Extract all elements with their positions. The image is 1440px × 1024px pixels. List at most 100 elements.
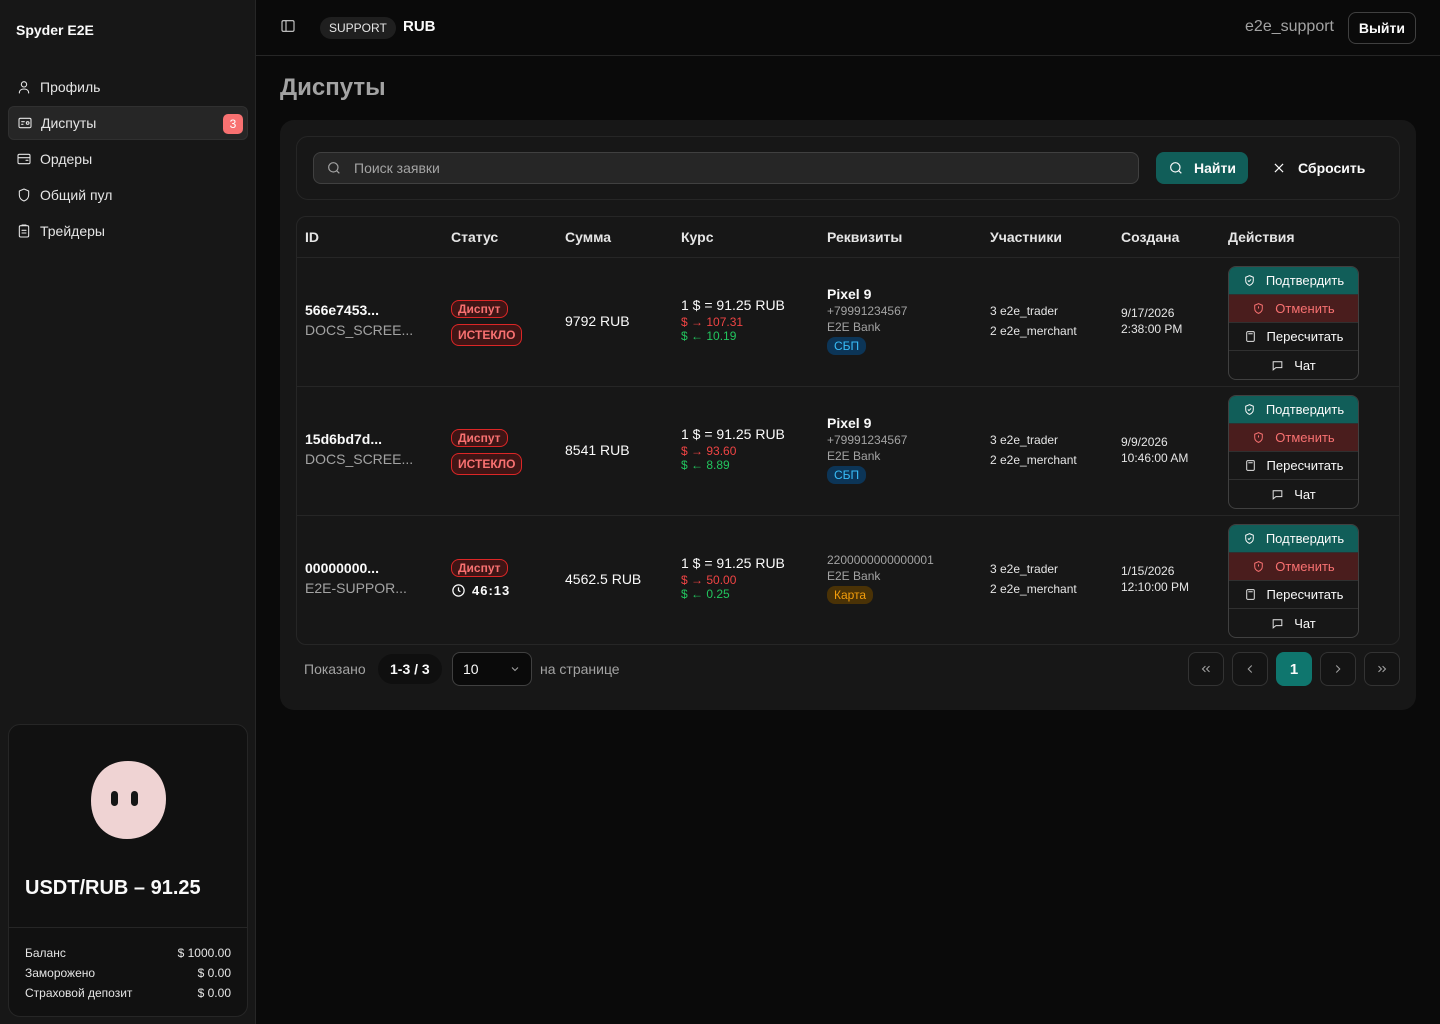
shield-alert-icon bbox=[1254, 561, 1264, 572]
participant-merchant[interactable]: 2 e2e_merchant bbox=[990, 321, 1077, 341]
page-button-current[interactable]: 1 bbox=[1276, 652, 1312, 686]
participant-trader[interactable]: 3 e2e_trader bbox=[990, 301, 1077, 321]
deposit-row: Страховой депозит $ 0.00 bbox=[25, 983, 231, 1003]
recalculate-button[interactable]: Пересчитать bbox=[1229, 581, 1358, 609]
confirm-button[interactable]: Подтвердить bbox=[1229, 525, 1358, 553]
frozen-label: Заморожено bbox=[25, 966, 96, 980]
sidebar-item-traders[interactable]: Трейдеры bbox=[8, 214, 248, 248]
cancel-label: Отменить bbox=[1275, 301, 1335, 316]
column-header-actions: Действия bbox=[1228, 229, 1295, 245]
frozen-row: Заморожено $ 0.00 bbox=[25, 963, 231, 983]
column-header-created[interactable]: Создана bbox=[1121, 229, 1179, 245]
chat-icon bbox=[1272, 489, 1283, 500]
sidebar-item-orders[interactable]: Ордеры bbox=[8, 142, 248, 176]
actions-group: Подтвердить Отменить Пересчитать Чат bbox=[1228, 524, 1359, 638]
username: e2e_support bbox=[1245, 18, 1334, 35]
created-date: 9/17/2026 bbox=[1121, 306, 1175, 320]
participants-cell: 3 e2e_trader 2 e2e_merchant bbox=[990, 430, 1077, 470]
per-page-value: 10 bbox=[463, 661, 479, 677]
table-footer: Показано 1-3 / 3 10 на странице 1 bbox=[304, 652, 1400, 686]
confirm-label: Подтвердить bbox=[1265, 402, 1345, 417]
search-field[interactable] bbox=[313, 152, 1139, 184]
sidebar-item-label: Общий пул bbox=[40, 187, 113, 203]
cancel-button[interactable]: Отменить bbox=[1229, 553, 1358, 581]
column-header-rate[interactable]: Курс bbox=[681, 229, 713, 245]
first-page-button[interactable] bbox=[1188, 652, 1224, 686]
confirm-button[interactable]: Подтвердить bbox=[1229, 396, 1358, 424]
phone-number: +79991234567 bbox=[827, 433, 908, 447]
expired-badge: ИСТЕКЛО bbox=[451, 453, 523, 475]
id-cell: 00000000... E2E-SUPPOR... bbox=[305, 560, 407, 596]
cancel-button[interactable]: Отменить bbox=[1229, 424, 1358, 452]
page-title: Диспуты bbox=[280, 74, 386, 101]
search-icon bbox=[1170, 162, 1182, 174]
table-row: 566e7453... DOCS_SCREE... Диспут ИСТЕКЛО… bbox=[297, 258, 1399, 387]
column-header-amount[interactable]: Сумма bbox=[565, 229, 611, 245]
balance-label: Баланс bbox=[25, 946, 66, 960]
created-time: 12:10:00 PM bbox=[1121, 580, 1190, 594]
sidebar-item-pool[interactable]: Общий пул bbox=[8, 178, 248, 212]
column-header-status[interactable]: Статус bbox=[451, 229, 498, 245]
chat-button[interactable]: Чат bbox=[1229, 351, 1358, 379]
calculator-icon bbox=[1245, 331, 1255, 342]
sidebar-toggle-button[interactable] bbox=[280, 18, 300, 38]
pagination: 1 bbox=[1180, 652, 1400, 686]
app-name: Spyder E2E bbox=[16, 22, 94, 38]
recalculate-button[interactable]: Пересчитать bbox=[1229, 323, 1358, 351]
column-header-requisites[interactable]: Реквизиты bbox=[827, 229, 902, 245]
participant-trader[interactable]: 3 e2e_trader bbox=[990, 559, 1077, 579]
participant-merchant[interactable]: 2 e2e_merchant bbox=[990, 579, 1077, 599]
reset-button[interactable]: Сбросить bbox=[1272, 152, 1365, 184]
shield-alert-icon bbox=[1254, 303, 1264, 314]
search-input[interactable] bbox=[354, 160, 1114, 176]
balance-value: $ 1000.00 bbox=[177, 946, 231, 960]
chat-label: Чат bbox=[1294, 615, 1316, 631]
requisites-cell: Pixel 9 +79991234567 E2E Bank СБП bbox=[827, 415, 907, 484]
method-badge: СБП bbox=[827, 337, 867, 355]
requisites-cell: 2200000000000001 E2E Bank Карта bbox=[827, 553, 934, 604]
participants-cell: 3 e2e_trader 2 e2e_merchant bbox=[990, 301, 1077, 341]
bank-name: E2E Bank bbox=[827, 449, 881, 463]
dispute-id[interactable]: 00000000... bbox=[305, 560, 407, 576]
dispute-id[interactable]: 15d6bd7d... bbox=[305, 431, 413, 447]
logout-button[interactable]: Выйти bbox=[1347, 12, 1416, 44]
created-time: 10:46:00 AM bbox=[1121, 451, 1189, 465]
next-page-button[interactable] bbox=[1320, 652, 1356, 686]
dispute-id[interactable]: 566e7453... bbox=[305, 302, 413, 318]
deposit-label: Страховой депозит bbox=[25, 986, 133, 1000]
status-badge: Диспут bbox=[451, 559, 508, 577]
ticket-icon bbox=[18, 117, 32, 129]
dispute-ref: DOCS_SCREE... bbox=[305, 322, 414, 338]
amount: 4562.5 RUB bbox=[565, 571, 642, 587]
actions-group: Подтвердить Отменить Пересчитать Чат bbox=[1228, 266, 1359, 380]
participant-trader[interactable]: 3 e2e_trader bbox=[990, 430, 1077, 450]
sidebar-item-profile[interactable]: Профиль bbox=[8, 70, 248, 104]
id-cell: 15d6bd7d... DOCS_SCREE... bbox=[305, 431, 413, 467]
participant-merchant[interactable]: 2 e2e_merchant bbox=[990, 450, 1077, 470]
clock-icon bbox=[452, 584, 465, 597]
chat-button[interactable]: Чат bbox=[1229, 480, 1358, 508]
per-page-select[interactable]: 10 bbox=[452, 652, 532, 686]
chat-button[interactable]: Чат bbox=[1229, 609, 1358, 637]
rate-in: $ ← 10.19 bbox=[681, 329, 737, 343]
reset-label: Сбросить bbox=[1298, 160, 1366, 176]
created-cell: 9/9/2026 10:46:00 AM bbox=[1121, 434, 1188, 466]
countdown-timer: 46:13 bbox=[451, 583, 510, 598]
find-label: Найти bbox=[1194, 160, 1236, 176]
find-button[interactable]: Найти bbox=[1156, 152, 1248, 184]
column-header-participants[interactable]: Участники bbox=[990, 229, 1062, 245]
cancel-button[interactable]: Отменить bbox=[1229, 295, 1358, 323]
confirm-button[interactable]: Подтвердить bbox=[1229, 267, 1358, 295]
recalculate-button[interactable]: Пересчитать bbox=[1229, 452, 1358, 480]
column-header-id[interactable]: ID bbox=[305, 229, 319, 245]
status-badge: Диспут bbox=[451, 300, 508, 318]
last-page-button[interactable] bbox=[1364, 652, 1400, 686]
table-header: ID Статус Сумма Курс Реквизиты Участники… bbox=[297, 217, 1399, 258]
sidebar-item-label: Ордеры bbox=[40, 151, 93, 167]
created-cell: 9/17/2026 2:38:00 PM bbox=[1121, 305, 1182, 337]
prev-page-button[interactable] bbox=[1232, 652, 1268, 686]
sidebar-item-disputes[interactable]: Диспуты 3 bbox=[8, 106, 248, 140]
chevrons-right-icon bbox=[1378, 665, 1387, 673]
mascot-avatar bbox=[91, 761, 166, 839]
timer-value: 46:13 bbox=[472, 583, 511, 598]
